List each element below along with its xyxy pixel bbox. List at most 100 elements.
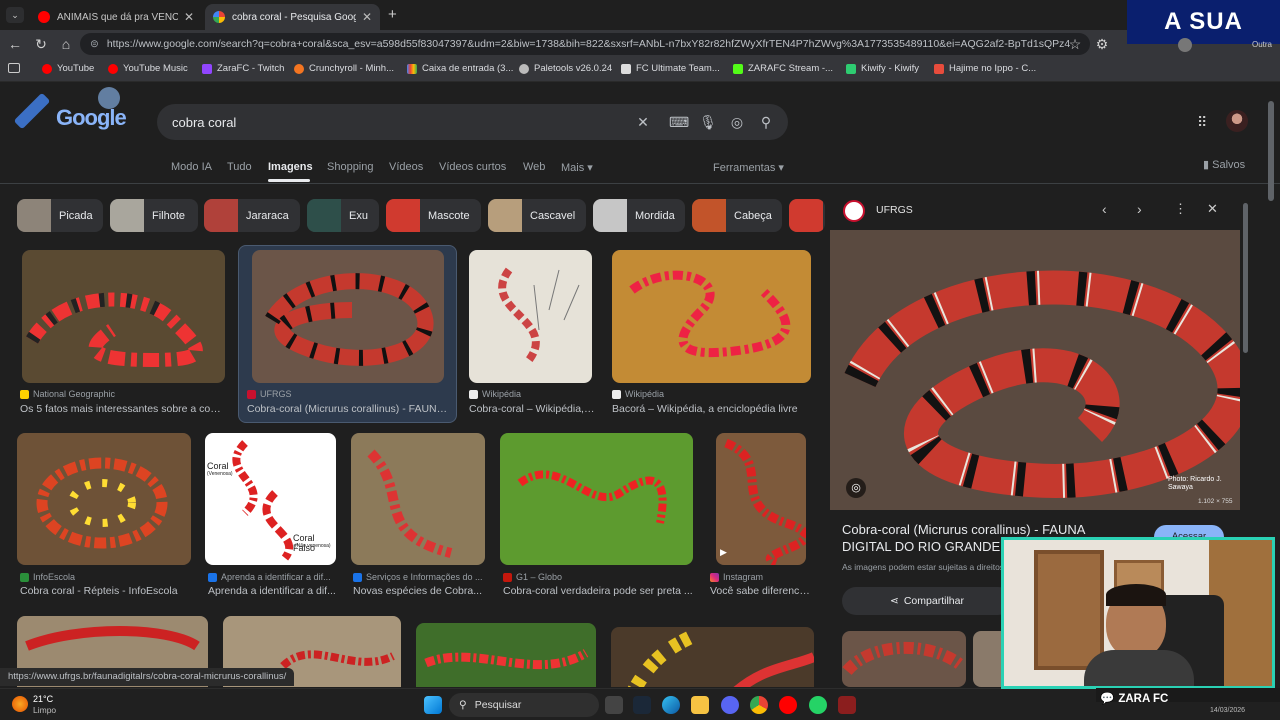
weather-icon[interactable] (12, 696, 28, 712)
image-caption[interactable]: Os 5 fatos mais interessantes sobre a co… (20, 403, 225, 415)
tab-modo-ia[interactable]: Modo IA (171, 161, 212, 173)
image-source[interactable]: Wikipédia (612, 389, 812, 399)
tab-search-button[interactable]: ⌄ (6, 7, 24, 23)
previous-icon[interactable]: ‹ (1102, 201, 1107, 217)
image-source[interactable]: Instagram (710, 572, 810, 582)
tab-google-search[interactable]: cobra coral - Pesquisa Google ✕ (205, 4, 380, 30)
bookmark-youtube-music[interactable]: YouTube Music (108, 63, 188, 74)
address-bar[interactable]: ⊜ https://www.google.com/search?q=cobra+… (80, 33, 1090, 55)
tab-web[interactable]: Web (523, 161, 545, 173)
app-icon[interactable] (838, 696, 856, 714)
bookmark-star-icon[interactable]: ☆ (1066, 35, 1084, 53)
taskbar-search[interactable]: ⚲ Pesquisar (449, 693, 599, 717)
image-result-selected[interactable] (252, 250, 444, 383)
bookmark-gmail[interactable]: Caixa de entrada (3... (407, 63, 513, 74)
image-source[interactable]: G1 – Globo (503, 572, 693, 582)
discord-icon[interactable] (721, 696, 739, 714)
panel-source[interactable]: UFRGS (876, 204, 913, 216)
tab-youtube-video[interactable]: ANIMAIS que dá pra VENCER no S ✕ (30, 4, 202, 30)
next-icon[interactable]: › (1137, 201, 1142, 217)
profile-avatar[interactable] (1178, 38, 1192, 52)
bookmark-zarafc-stream[interactable]: ZARAFC Stream -... (733, 63, 833, 74)
scrollbar[interactable] (1268, 101, 1274, 201)
steam-icon[interactable] (633, 696, 651, 714)
preview-image[interactable]: ◎ Photo: Ricardo J. Sawaya 1.102 × 755 (830, 230, 1240, 510)
image-caption[interactable]: Cobra-coral (Micrurus corallinus) - FAUN… (247, 403, 449, 415)
tools-button[interactable]: Ferramentas ▾ (713, 161, 784, 174)
chip-mordida[interactable]: Mordida (593, 199, 685, 232)
panel-source-logo[interactable] (843, 200, 865, 222)
menu-icon[interactable] (8, 63, 20, 73)
whatsapp-icon[interactable] (809, 696, 827, 714)
chip-picada[interactable]: Picada (17, 199, 103, 232)
bookmark-paletools[interactable]: Paletools v26.0.24 (519, 63, 612, 74)
saved-button[interactable]: ▮ Salvos (1203, 158, 1245, 171)
avatar[interactable] (1226, 110, 1248, 132)
tab-videos[interactable]: Vídeos (389, 161, 423, 173)
bookmark-fc-ultimate[interactable]: FC Ultimate Team... (621, 63, 720, 74)
image-result[interactable] (612, 250, 811, 383)
chip-filhote[interactable]: Filhote (110, 199, 198, 232)
tab-shopping[interactable]: Shopping (327, 161, 374, 173)
search-input[interactable]: cobra coral ✕ ⌨ 🎙 ◎ ⚲ (157, 104, 788, 140)
lens-icon[interactable]: ◎ (728, 113, 746, 131)
bookmark-youtube[interactable]: YouTube (42, 63, 94, 74)
tab-tudo[interactable]: Tudo (227, 161, 252, 173)
image-result[interactable] (22, 250, 225, 383)
image-result[interactable] (611, 627, 814, 687)
image-result[interactable]: ▶ (716, 433, 806, 565)
chip-exu[interactable]: Exu (307, 199, 379, 232)
google-logo[interactable]: Google (8, 87, 158, 143)
home-icon[interactable]: ⌂ (57, 35, 75, 53)
chip-more[interactable] (789, 199, 825, 232)
bookmark-kiwify[interactable]: Kiwify - Kiwify (846, 63, 919, 74)
search-icon[interactable]: ⚲ (757, 113, 775, 131)
panel-scrollbar[interactable] (1243, 203, 1248, 353)
youtube-app-icon[interactable] (779, 696, 797, 714)
clear-icon[interactable]: ✕ (634, 113, 652, 131)
share-button[interactable]: ⋖ Compartilhar (842, 587, 1012, 615)
new-tab-button[interactable]: + (388, 6, 397, 23)
apps-grid-icon[interactable]: ⠿ (1197, 114, 1207, 131)
image-caption[interactable]: Cobra coral - Répteis - InfoEscola (20, 585, 195, 597)
bookmark-crunchyroll[interactable]: Crunchyroll - Minh... (294, 63, 394, 74)
image-result[interactable] (500, 433, 693, 565)
image-result[interactable] (351, 433, 485, 565)
image-result[interactable] (17, 433, 191, 565)
bookmark-twitch[interactable]: ZaraFC - Twitch (202, 63, 284, 74)
chip-mascote[interactable]: Mascote (386, 199, 481, 232)
bookmark-hajime[interactable]: Hajime no Ippo - C... (934, 63, 1036, 74)
image-source[interactable]: Serviços e Informações do ... (353, 572, 485, 582)
tab-imagens[interactable]: Imagens (268, 161, 313, 173)
image-source[interactable]: UFRGS (247, 389, 447, 399)
image-caption[interactable]: Bacorá – Wikipédia, a enciclopédia livre (612, 403, 817, 415)
image-caption[interactable]: Cobra-coral – Wikipédia, ... (469, 403, 595, 415)
image-source[interactable]: InfoEscola (20, 572, 190, 582)
start-windows-icon[interactable] (424, 696, 442, 714)
tab-videos-curtos[interactable]: Vídeos curtos (439, 161, 506, 173)
reload-icon[interactable]: ↻ (32, 35, 50, 53)
microphone-icon[interactable]: 🎙 (699, 113, 717, 131)
keyboard-icon[interactable]: ⌨ (669, 113, 689, 131)
related-image[interactable] (842, 631, 966, 687)
task-view-icon[interactable] (605, 696, 623, 714)
profile-label[interactable]: Outra (1252, 40, 1272, 49)
tab-mais[interactable]: Mais ▾ (561, 161, 593, 174)
image-result[interactable]: Coral (Venenosa) Coral Falso (Não veneno… (205, 433, 336, 565)
chrome-icon[interactable] (750, 696, 768, 714)
chip-cabeca[interactable]: Cabeça (692, 199, 782, 232)
image-caption[interactable]: Cobra-coral verdadeira pode ser preta ..… (503, 585, 693, 597)
file-explorer-icon[interactable] (691, 696, 709, 714)
site-info-icon[interactable]: ⊜ (90, 38, 99, 50)
back-icon[interactable]: ← (6, 35, 24, 53)
extensions-icon[interactable]: ⚙ (1093, 35, 1111, 53)
chip-jararaca[interactable]: Jararaca (204, 199, 300, 232)
image-result[interactable] (416, 623, 596, 687)
image-caption[interactable]: Você sabe diferenci... (710, 585, 810, 597)
chip-cascavel[interactable]: Cascavel (488, 199, 586, 232)
lens-search-icon[interactable]: ◎ (846, 478, 866, 498)
close-icon[interactable]: ✕ (1207, 201, 1218, 217)
image-result[interactable] (469, 250, 592, 383)
edge-icon[interactable] (662, 696, 680, 714)
image-caption[interactable]: Novas espécies de Cobra... (353, 585, 485, 597)
